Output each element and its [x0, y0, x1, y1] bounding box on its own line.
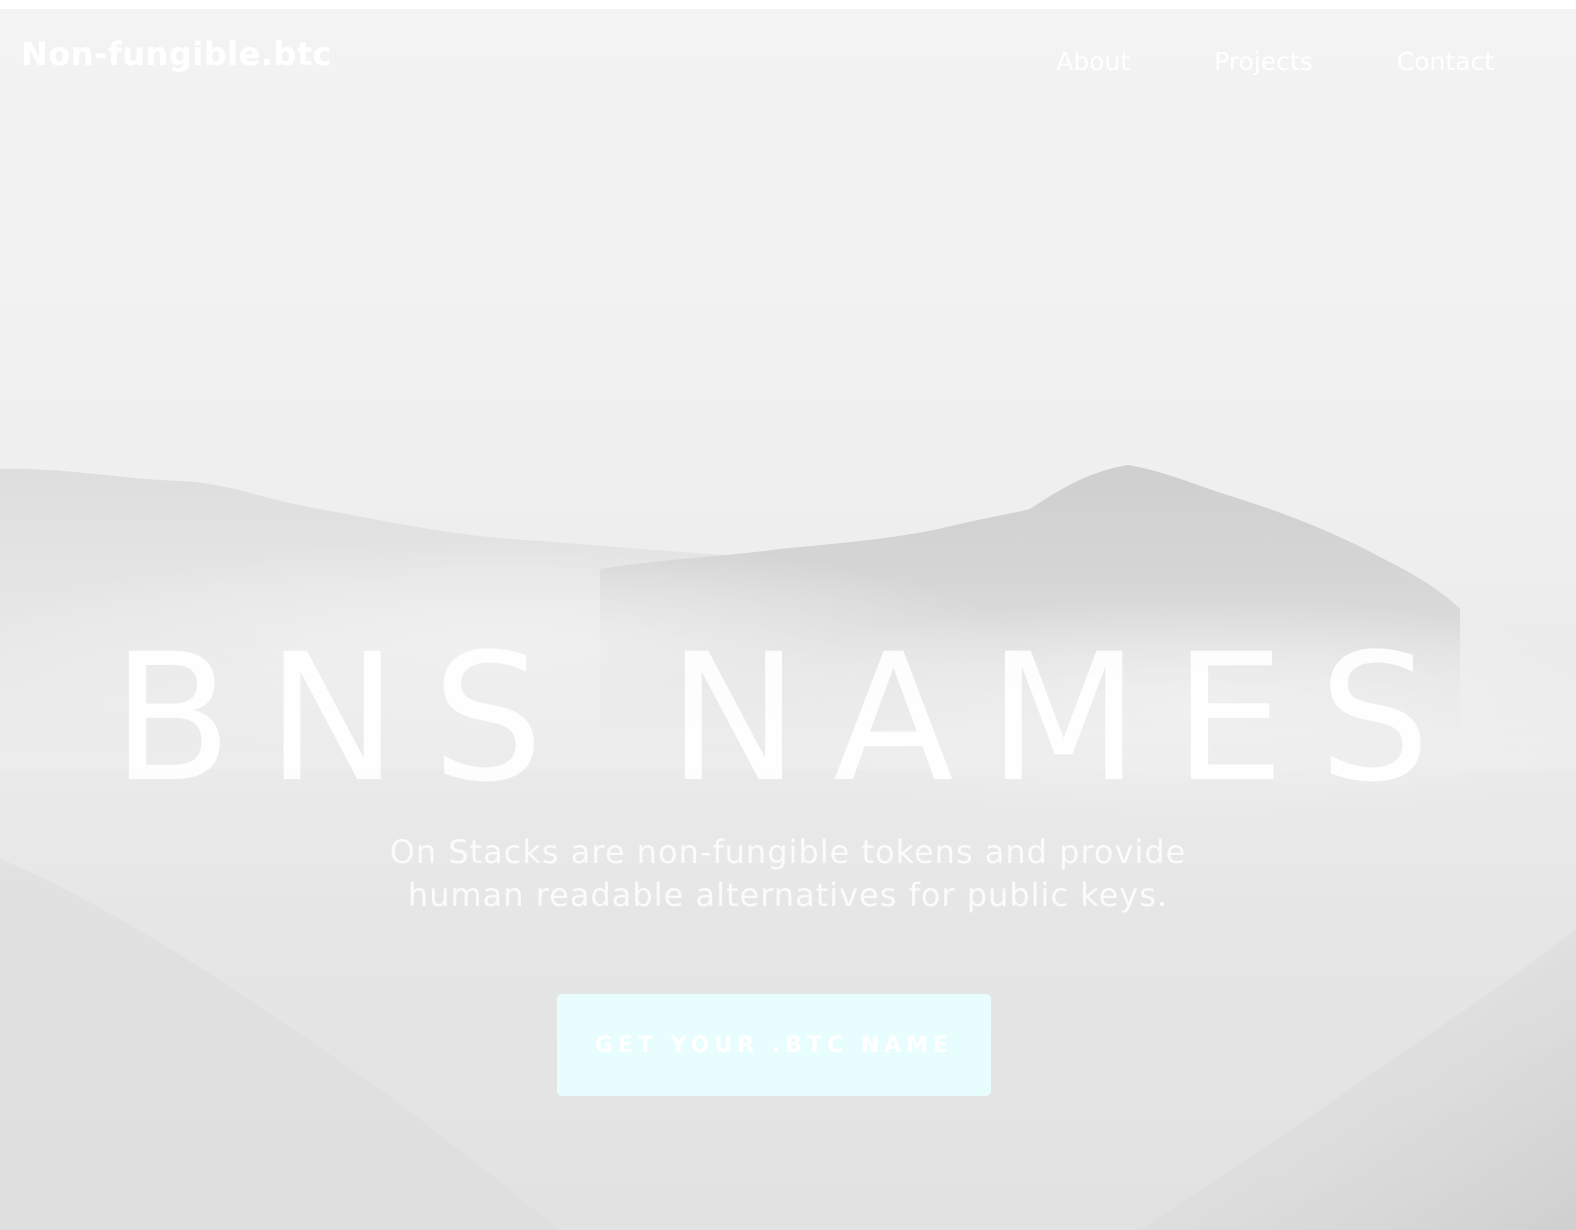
hero-title: BNS NAMES: [111, 616, 1465, 821]
get-btc-name-button-label: GET YOUR .BTC NAME: [594, 1032, 954, 1058]
hero-subtitle-line-1: On Stacks are non-fungible tokens and pr…: [389, 833, 1187, 871]
hero-subtitle-line-2: human readable alternatives for public k…: [407, 876, 1169, 914]
top-nav: About Projects Contact: [1056, 47, 1494, 76]
hero-subtitle: On Stacks are non-fungible tokens and pr…: [338, 831, 1238, 917]
nav-link-projects[interactable]: Projects: [1214, 47, 1313, 76]
site-logo[interactable]: Non-fungible.btc: [21, 35, 332, 73]
landing-page: Non-fungible.btc About Projects Contact …: [0, 9, 1576, 1230]
nav-link-contact[interactable]: Contact: [1397, 47, 1494, 76]
get-btc-name-button[interactable]: GET YOUR .BTC NAME: [557, 994, 991, 1096]
nav-link-about[interactable]: About: [1056, 47, 1130, 76]
